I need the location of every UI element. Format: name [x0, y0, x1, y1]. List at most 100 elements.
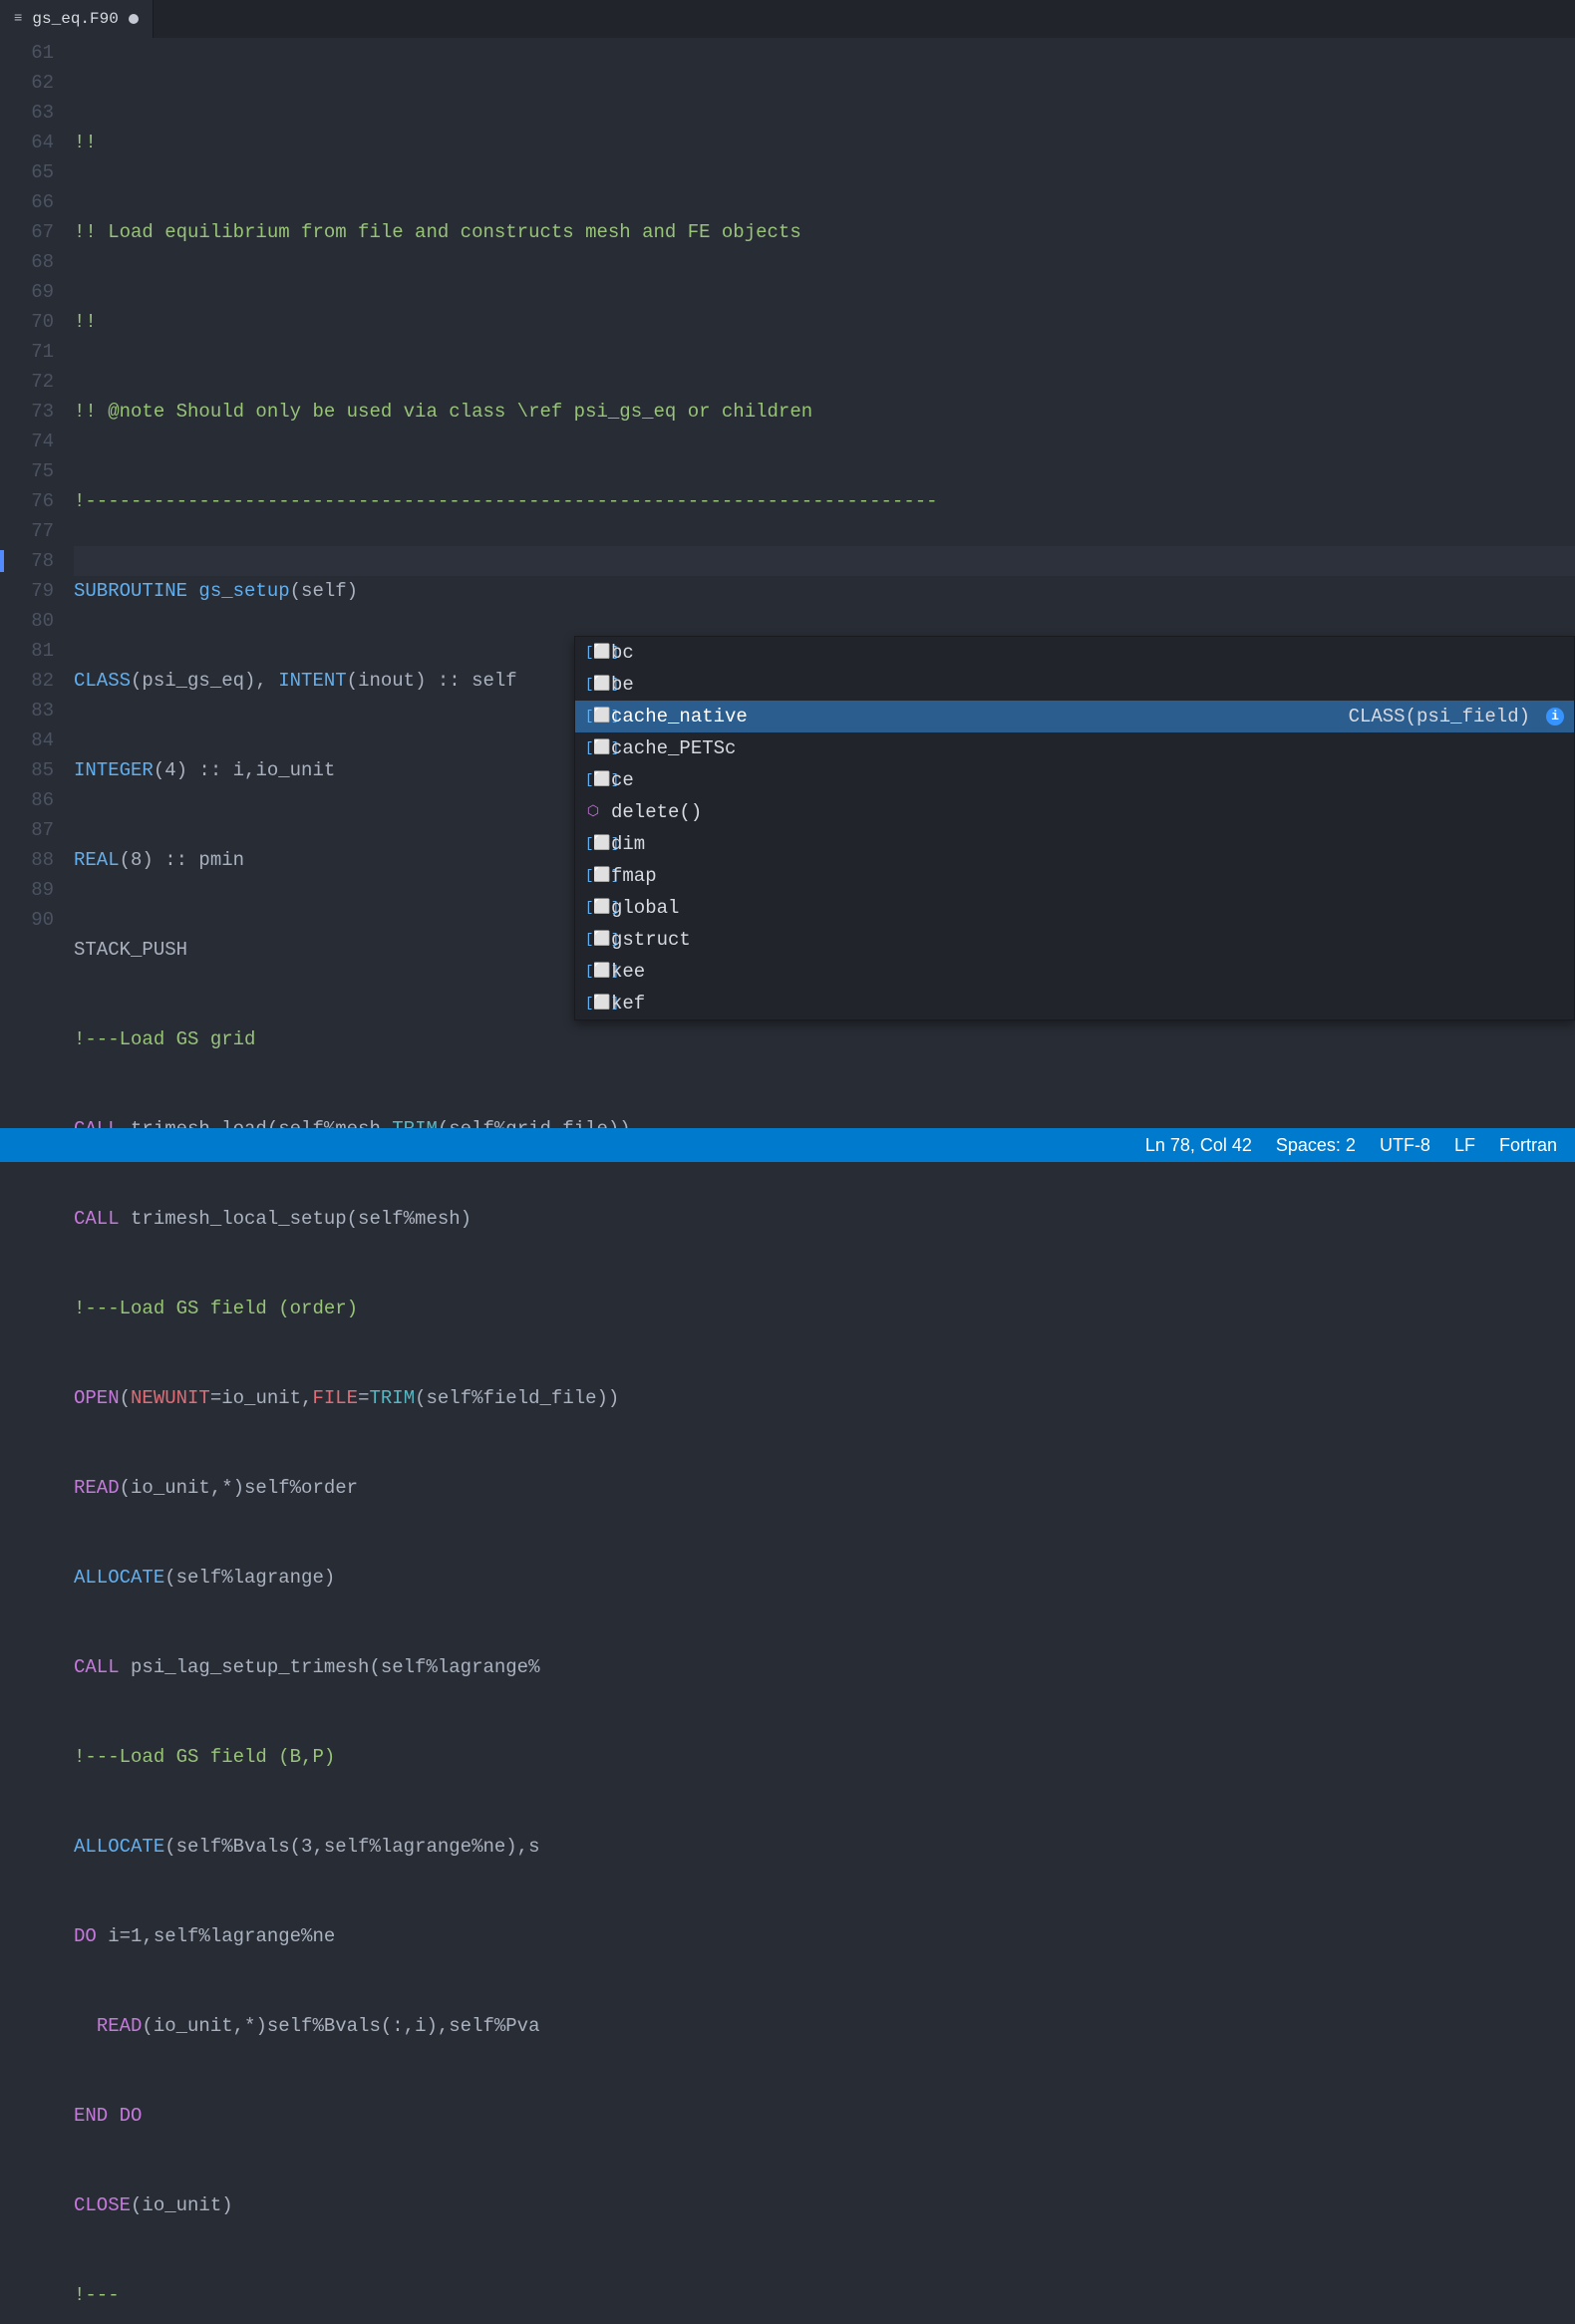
autocomplete-label: cache_native [611, 701, 1339, 732]
line-number: 80 [0, 606, 54, 636]
code-text [74, 2015, 97, 2037]
field-icon: [⬜] [585, 892, 601, 924]
line-number: 86 [0, 785, 54, 815]
field-icon: [⬜] [585, 701, 601, 732]
code-text: !! [74, 132, 97, 153]
autocomplete-popup[interactable]: [⬜] bc [⬜] be [⬜] cache_native CLASS(psi… [574, 636, 1575, 1020]
code-text: READ [97, 2015, 143, 2037]
autocomplete-label: kef [611, 988, 1564, 1019]
line-number: 79 [0, 576, 54, 606]
field-icon: [⬜] [585, 860, 601, 892]
status-language[interactable]: Fortran [1499, 1135, 1557, 1156]
tab-filename: gs_eq.F90 [32, 10, 118, 28]
code-text: =io_unit, [210, 1387, 313, 1409]
code-text: DO [74, 1925, 97, 1947]
field-icon: [⬜] [585, 924, 601, 956]
autocomplete-item[interactable]: [⬜] global [575, 892, 1574, 924]
autocomplete-item[interactable]: [⬜] kee [575, 956, 1574, 988]
status-eol[interactable]: LF [1454, 1135, 1475, 1156]
line-number: 81 [0, 636, 54, 666]
code-text: ( [120, 1387, 131, 1409]
code-text: psi_lag_setup_trimesh(self%lagrange% [120, 1656, 540, 1678]
line-number: 64 [0, 128, 54, 157]
autocomplete-item[interactable]: [⬜] gstruct [575, 924, 1574, 956]
autocomplete-item[interactable]: [⬜] kef [575, 988, 1574, 1019]
line-number: 89 [0, 875, 54, 905]
line-number: 73 [0, 397, 54, 427]
code-text: !---Load GS field (order) [74, 1298, 358, 1319]
autocomplete-item[interactable]: [⬜] bc [575, 637, 1574, 669]
code-text: !---Load GS grid [74, 1028, 255, 1050]
tab-bar: ≡ gs_eq.F90 [0, 0, 1575, 38]
line-number: 82 [0, 666, 54, 696]
autocomplete-detail: CLASS(psi_field) [1349, 701, 1530, 732]
code-text: (io_unit) [131, 2194, 233, 2216]
autocomplete-item-selected[interactable]: [⬜] cache_native CLASS(psi_field) i [575, 701, 1574, 732]
autocomplete-item[interactable]: [⬜] cache_PETSc [575, 732, 1574, 764]
field-icon: [⬜] [585, 732, 601, 764]
line-number: 70 [0, 307, 54, 337]
autocomplete-label: cache_PETSc [611, 732, 1564, 764]
line-number: 87 [0, 815, 54, 845]
line-number: 69 [0, 277, 54, 307]
code-text: gs_setup [187, 580, 290, 602]
current-line-highlight [74, 546, 1575, 576]
code-text: (8) :: pmin [120, 849, 244, 871]
code-text: (self%lagrange) [164, 1567, 335, 1589]
line-number-gutter: 61 62 63 64 65 66 67 68 69 70 71 72 73 7… [0, 38, 74, 1128]
code-text: INTENT [278, 670, 346, 692]
autocomplete-item[interactable]: [⬜] fmap [575, 860, 1574, 892]
line-number: 88 [0, 845, 54, 875]
autocomplete-label: global [611, 892, 1564, 924]
code-text: END DO [74, 2105, 142, 2127]
autocomplete-label: gstruct [611, 924, 1564, 956]
code-text: INTEGER [74, 759, 154, 781]
status-spaces[interactable]: Spaces: 2 [1276, 1135, 1356, 1156]
line-number: 74 [0, 427, 54, 456]
info-icon[interactable]: i [1546, 708, 1564, 726]
code-text: (io_unit,*)self%order [120, 1477, 358, 1499]
code-text: STACK_PUSH [74, 939, 187, 961]
field-icon: [⬜] [585, 828, 601, 860]
code-text: (self%field_file)) [415, 1387, 619, 1409]
code-text: READ [74, 1477, 120, 1499]
line-number: 75 [0, 456, 54, 486]
code-text: (self) [290, 580, 358, 602]
line-number: 76 [0, 486, 54, 516]
autocomplete-item[interactable]: [⬜] ce [575, 764, 1574, 796]
status-position[interactable]: Ln 78, Col 42 [1145, 1135, 1252, 1156]
editor-tab[interactable]: ≡ gs_eq.F90 [0, 0, 154, 38]
code-text: (psi_gs_eq), [131, 670, 278, 692]
code-text: REAL [74, 849, 120, 871]
autocomplete-label: be [611, 669, 1564, 701]
dirty-indicator-icon [129, 14, 139, 24]
tab-icon: ≡ [14, 11, 22, 27]
code-text: !! [74, 311, 97, 333]
field-icon: [⬜] [585, 988, 601, 1019]
line-number: 65 [0, 157, 54, 187]
autocomplete-label: bc [611, 637, 1564, 669]
code-text: !--- [74, 2284, 120, 2306]
code-text: CALL [74, 1208, 120, 1230]
code-text: ALLOCATE [74, 1567, 164, 1589]
line-number: 62 [0, 68, 54, 98]
line-number: 63 [0, 98, 54, 128]
line-number: 66 [0, 187, 54, 217]
line-number: 90 [0, 905, 54, 935]
status-encoding[interactable]: UTF-8 [1380, 1135, 1430, 1156]
line-number: 67 [0, 217, 54, 247]
status-bar: Ln 78, Col 42 Spaces: 2 UTF-8 LF Fortran [0, 1128, 1575, 1162]
autocomplete-item[interactable]: [⬜] be [575, 669, 1574, 701]
code-text: CLASS [74, 670, 131, 692]
code-text: (self%Bvals(3,self%lagrange%ne),s [164, 1836, 539, 1858]
code-text: i=1,self%lagrange%ne [97, 1925, 335, 1947]
field-icon: [⬜] [585, 669, 601, 701]
code-text: FILE [312, 1387, 358, 1409]
code-text: SUBROUTINE [74, 580, 187, 602]
autocomplete-item[interactable]: ⬡ delete() [575, 796, 1574, 828]
autocomplete-label: delete() [611, 796, 1564, 828]
autocomplete-label: fmap [611, 860, 1564, 892]
code-text: !! @note Should only be used via class \… [74, 401, 812, 423]
code-editor[interactable]: 61 62 63 64 65 66 67 68 69 70 71 72 73 7… [0, 38, 1575, 1128]
autocomplete-item[interactable]: [⬜] dim [575, 828, 1574, 860]
